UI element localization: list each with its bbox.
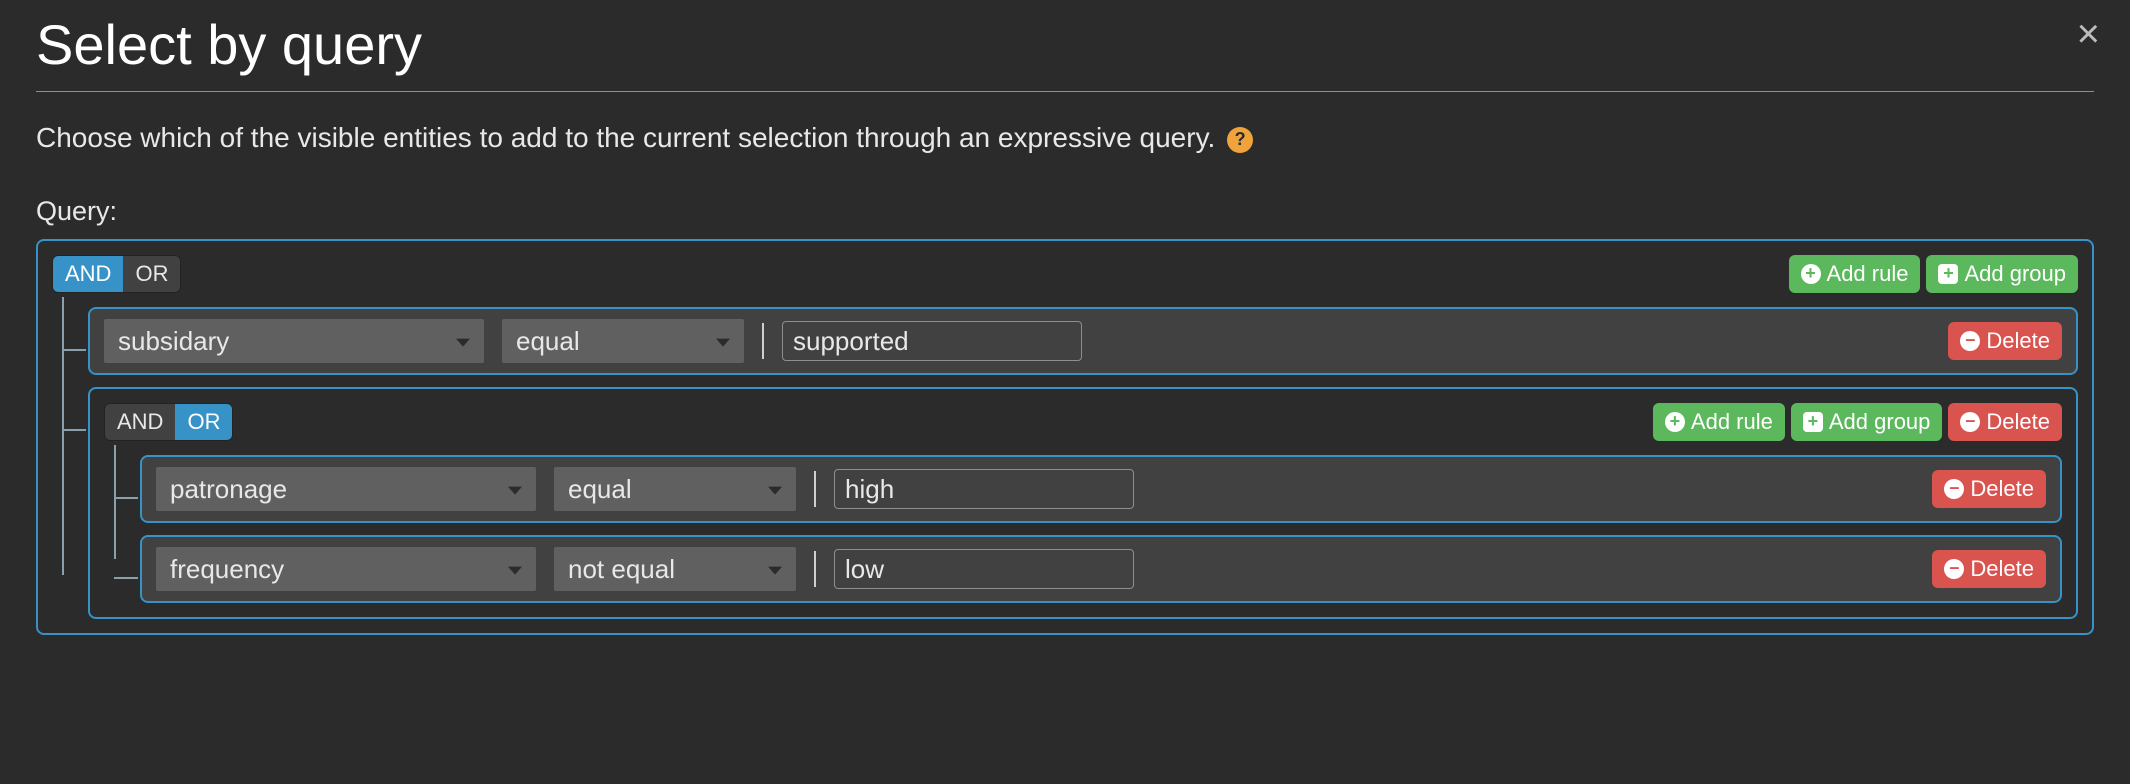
field-value: frequency	[170, 554, 284, 585]
add-group-button[interactable]: Add group	[1791, 403, 1943, 441]
caret-down-icon	[456, 339, 470, 347]
minus-circle-icon	[1960, 412, 1980, 432]
add-group-label: Add group	[1964, 261, 2066, 287]
group-header: AND OR Add rule Add group	[52, 255, 2078, 293]
value-input[interactable]	[834, 469, 1134, 509]
field-value: patronage	[170, 474, 287, 505]
caret-down-icon	[716, 339, 730, 347]
query-rule: patronage equal	[140, 455, 2062, 523]
query-dialog: × Select by query Choose which of the vi…	[0, 0, 2130, 663]
field-select[interactable]: frequency	[156, 547, 536, 591]
help-icon[interactable]: ?	[1227, 127, 1253, 153]
delete-rule-button[interactable]: Delete	[1932, 470, 2046, 508]
operator-value: equal	[568, 474, 632, 505]
rule-item: subsidary equal Delete	[88, 307, 2078, 375]
add-rule-label: Add rule	[1827, 261, 1909, 287]
condition-or[interactable]: OR	[175, 404, 232, 440]
condition-and[interactable]: AND	[53, 256, 123, 292]
condition-toggle: AND OR	[52, 255, 181, 293]
add-rule-button[interactable]: Add rule	[1789, 255, 1921, 293]
add-group-label: Add group	[1829, 409, 1931, 435]
root-query-group: AND OR Add rule Add group subsidary	[36, 239, 2094, 635]
field-select[interactable]: patronage	[156, 467, 536, 511]
plus-square-icon	[1803, 412, 1823, 432]
delete-group-button[interactable]: Delete	[1948, 403, 2062, 441]
value-input[interactable]	[834, 549, 1134, 589]
condition-or[interactable]: OR	[123, 256, 180, 292]
caret-down-icon	[768, 567, 782, 575]
separator	[762, 323, 764, 359]
dialog-title: Select by query	[36, 12, 2094, 77]
condition-and[interactable]: AND	[105, 404, 175, 440]
caret-down-icon	[768, 487, 782, 495]
close-icon[interactable]: ×	[2077, 14, 2100, 54]
field-value: subsidary	[118, 326, 229, 357]
query-rule: subsidary equal Delete	[88, 307, 2078, 375]
minus-circle-icon	[1960, 331, 1980, 351]
operator-select[interactable]: equal	[554, 467, 796, 511]
dialog-description: Choose which of the visible entities to …	[36, 122, 2094, 154]
separator	[814, 471, 816, 507]
divider	[36, 91, 2094, 92]
plus-square-icon	[1938, 264, 1958, 284]
rule-item: patronage equal	[140, 455, 2062, 523]
separator	[814, 551, 816, 587]
nested-query-group: AND OR Add rule Add group	[88, 387, 2078, 619]
add-rule-button[interactable]: Add rule	[1653, 403, 1785, 441]
caret-down-icon	[508, 567, 522, 575]
plus-circle-icon	[1665, 412, 1685, 432]
query-label: Query:	[36, 196, 2094, 227]
delete-rule-button[interactable]: Delete	[1932, 550, 2046, 588]
operator-value: not equal	[568, 554, 675, 585]
minus-circle-icon	[1944, 479, 1964, 499]
condition-toggle: AND OR	[104, 403, 233, 441]
value-input[interactable]	[782, 321, 1082, 361]
delete-label: Delete	[1970, 476, 2034, 502]
group-children: patronage equal	[104, 455, 2062, 603]
add-group-button[interactable]: Add group	[1926, 255, 2078, 293]
plus-circle-icon	[1801, 264, 1821, 284]
group-children: subsidary equal Delete	[52, 307, 2078, 619]
rule-item: frequency not equal	[140, 535, 2062, 603]
delete-label: Delete	[1970, 556, 2034, 582]
group-item: AND OR Add rule Add group	[88, 387, 2078, 619]
add-rule-label: Add rule	[1691, 409, 1773, 435]
caret-down-icon	[508, 487, 522, 495]
operator-select[interactable]: equal	[502, 319, 744, 363]
delete-rule-button[interactable]: Delete	[1948, 322, 2062, 360]
operator-value: equal	[516, 326, 580, 357]
query-rule: frequency not equal	[140, 535, 2062, 603]
operator-select[interactable]: not equal	[554, 547, 796, 591]
description-text: Choose which of the visible entities to …	[36, 122, 1215, 153]
delete-label: Delete	[1986, 409, 2050, 435]
field-select[interactable]: subsidary	[104, 319, 484, 363]
group-header: AND OR Add rule Add group	[104, 403, 2062, 441]
minus-circle-icon	[1944, 559, 1964, 579]
delete-label: Delete	[1986, 328, 2050, 354]
